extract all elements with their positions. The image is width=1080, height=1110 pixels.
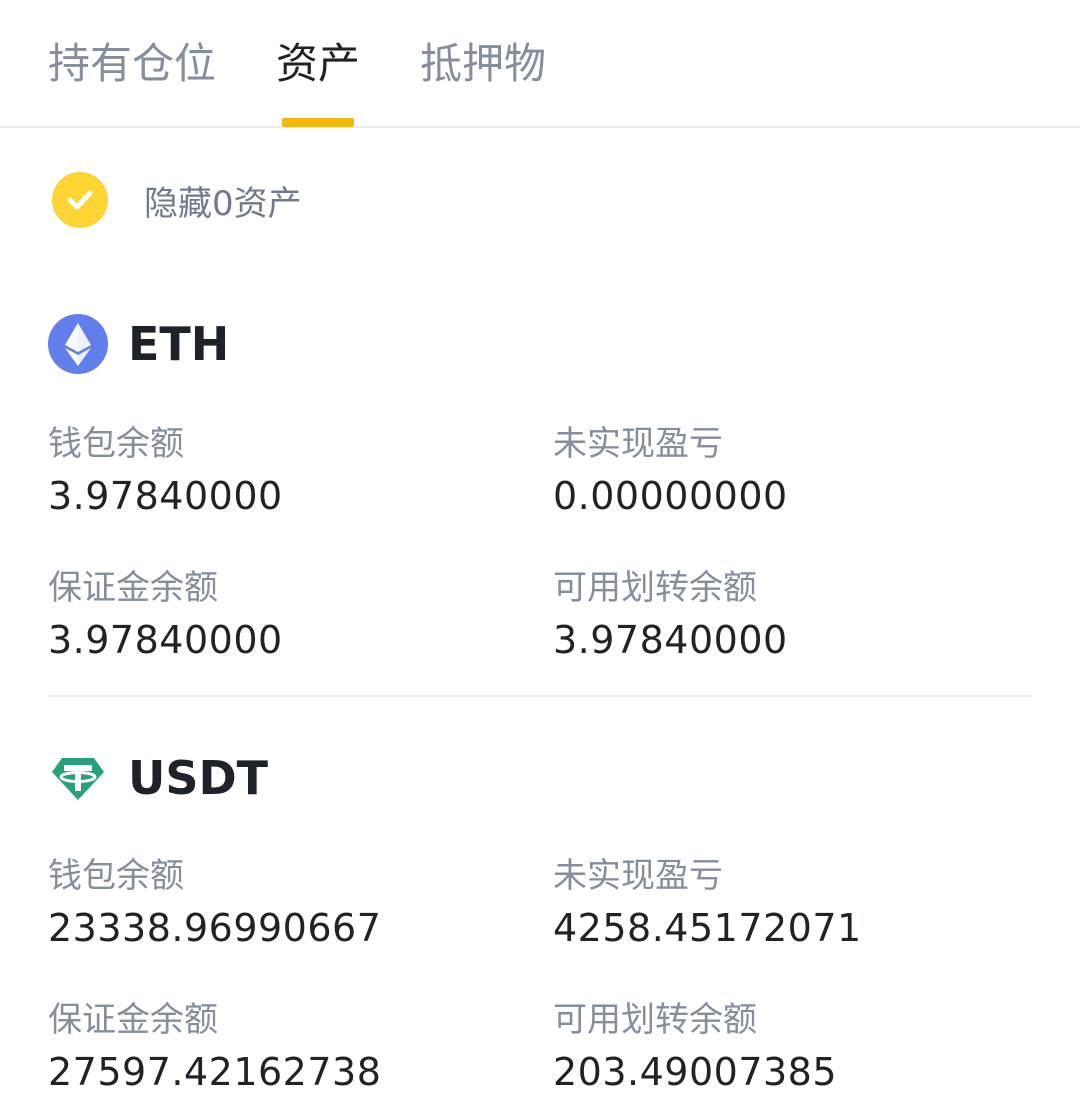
asset-card-eth: ETH 钱包余额 3.97840000 未实现盈亏 0.00000000 保证金… [48,312,1032,672]
transferable-balance-label: 可用划转余额 [553,568,757,608]
coin-symbol: ETH [128,317,230,371]
wallet-balance-label: 钱包余额 [48,424,184,464]
tab-positions[interactable]: 持有仓位 [48,38,216,90]
eth-icon [48,314,108,374]
transferable-balance-value: 203.49007385 [553,1050,838,1094]
unrealized-pnl-label: 未实现盈亏 [553,424,723,464]
checkmark-icon[interactable] [52,172,108,228]
margin-balance-label: 保证金余额 [48,1000,218,1040]
divider [48,695,1032,697]
tab-bar: 持有仓位 资产 抵押物 [0,0,1080,128]
active-tab-indicator [282,118,354,127]
asset-header: USDT [48,746,268,810]
unrealized-pnl-value: 4258.45172071 [553,906,862,950]
tab-assets[interactable]: 资产 [276,38,360,90]
unrealized-pnl-value: 0.00000000 [553,474,788,518]
usdt-icon [48,748,108,808]
tab-collateral[interactable]: 抵押物 [420,38,546,90]
wallet-balance-value: 3.97840000 [48,474,283,518]
asset-card-usdt: USDT 钱包余额 23338.96990667 未实现盈亏 4258.4517… [48,746,1032,1106]
margin-balance-value: 27597.42162738 [48,1050,382,1094]
wallet-balance-label: 钱包余额 [48,856,184,896]
hide-zero-assets-label: 隐藏0资产 [144,183,302,224]
margin-balance-value: 3.97840000 [48,618,283,662]
asset-header: ETH [48,312,229,376]
margin-balance-label: 保证金余额 [48,568,218,608]
transferable-balance-label: 可用划转余额 [553,1000,757,1040]
wallet-balance-value: 23338.96990667 [48,906,382,950]
hide-zero-assets-toggle[interactable]: 隐藏0资产 [52,170,302,230]
unrealized-pnl-label: 未实现盈亏 [553,856,723,896]
transferable-balance-value: 3.97840000 [553,618,788,662]
coin-symbol: USDT [128,751,269,805]
